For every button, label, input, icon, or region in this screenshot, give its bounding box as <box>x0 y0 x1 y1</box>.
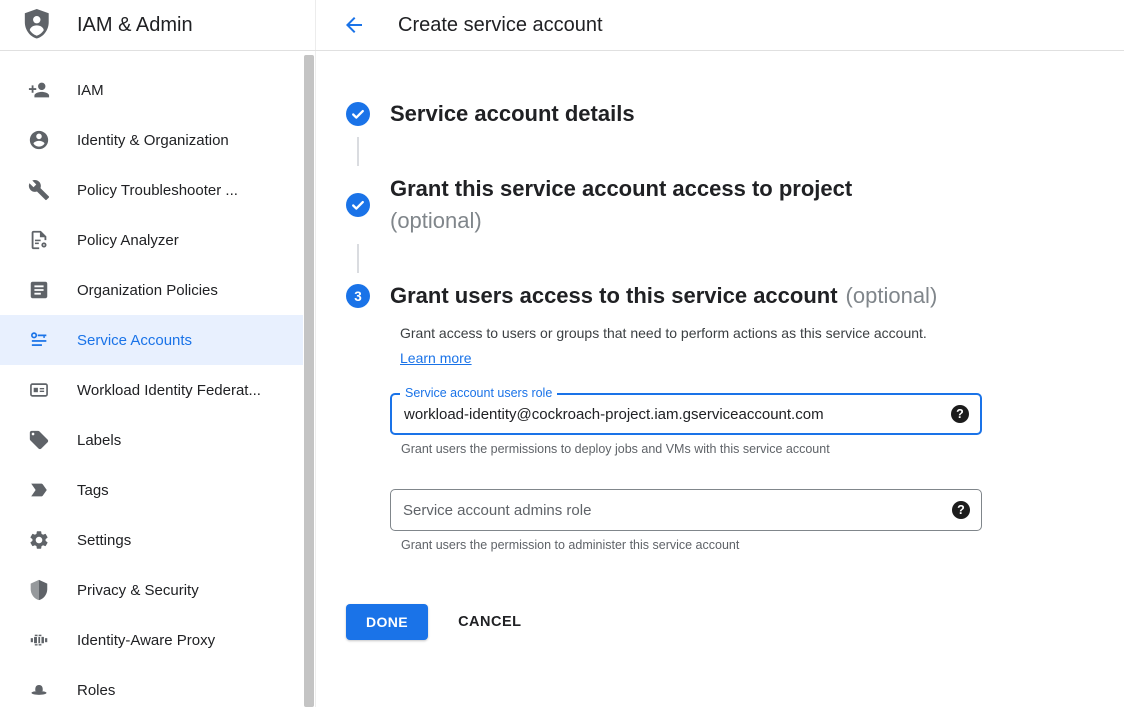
gear-icon <box>28 529 50 551</box>
sidebar-item-organization-policies[interactable]: Organization Policies <box>0 265 303 315</box>
sidebar-item-label: Identity & Organization <box>77 132 229 149</box>
step-1-service-account-details: Service account details <box>346 98 1124 130</box>
step-2-title-text: Grant this service account access to pro… <box>390 176 852 201</box>
proxy-icon <box>28 629 50 651</box>
sidebar-scrollbar <box>303 51 316 707</box>
service-account-icon <box>28 329 50 351</box>
sidebar-item-label: IAM <box>77 82 104 99</box>
sidebar-item-identity-aware-proxy[interactable]: Identity-Aware Proxy <box>0 615 303 665</box>
learn-more-link[interactable]: Learn more <box>400 350 472 366</box>
sidebar-item-label: Organization Policies <box>77 282 218 299</box>
admins-role-input[interactable] <box>391 502 952 519</box>
step-2-check-icon <box>346 193 370 217</box>
policy-analyzer-icon <box>28 229 50 251</box>
article-icon <box>28 279 50 301</box>
step-3-optional-label: (optional) <box>846 283 938 308</box>
person-add-icon <box>28 79 50 101</box>
step-3-title-text: Grant users access to this service accou… <box>390 283 838 308</box>
step-2-optional-label: (optional) <box>390 205 852 237</box>
create-service-account-panel: Service account details Grant this servi… <box>316 51 1124 707</box>
users-role-input[interactable] <box>392 406 951 423</box>
wrench-icon <box>28 179 50 201</box>
sidebar-item-policy-analyzer[interactable]: Policy Analyzer <box>0 215 303 265</box>
step-connector <box>357 137 359 166</box>
back-arrow-icon[interactable] <box>342 13 366 37</box>
sidebar-item-policy-troubleshooter[interactable]: Policy Troubleshooter ... <box>0 165 303 215</box>
iam-admin-shield-logo-icon <box>22 9 52 41</box>
service-account-admins-role-field: ? <box>390 489 982 531</box>
done-button[interactable]: DONE <box>346 604 428 640</box>
step-1-check-icon <box>346 102 370 126</box>
service-account-users-role-field: Service account users role ? <box>390 393 982 435</box>
sidebar-item-label: Privacy & Security <box>77 582 199 599</box>
sidebar-item-tags[interactable]: Tags <box>0 465 303 515</box>
sidebar-item-label: Tags <box>77 482 109 499</box>
sidebar-item-label: Settings <box>77 532 131 549</box>
sidebar-item-service-accounts[interactable]: Service Accounts <box>0 315 303 365</box>
card-icon <box>28 379 50 401</box>
sidebar-item-label: Service Accounts <box>77 332 192 349</box>
sidebar-item-label: Policy Troubleshooter ... <box>77 182 238 199</box>
sidebar-scrollbar-thumb[interactable] <box>304 55 314 707</box>
label-important-icon <box>28 479 50 501</box>
sidebar-item-label: Roles <box>77 682 115 699</box>
sidebar-header: IAM & Admin <box>0 0 316 50</box>
sidebar-item-roles[interactable]: Roles <box>0 665 303 707</box>
shield-icon <box>28 579 50 601</box>
step-connector <box>357 244 359 273</box>
sidebar-item-label: Identity-Aware Proxy <box>77 632 215 649</box>
step-3-title: Grant users access to this service accou… <box>390 280 937 312</box>
sidebar-item-label: Labels <box>77 432 121 449</box>
tag-icon <box>28 429 50 451</box>
sidebar-item-iam[interactable]: IAM <box>0 65 303 115</box>
section-title: IAM & Admin <box>77 14 193 37</box>
sidebar-item-settings[interactable]: Settings <box>0 515 303 565</box>
roles-hat-icon <box>28 679 50 701</box>
help-icon[interactable]: ? <box>951 405 969 423</box>
sidebar-item-identity-organization[interactable]: Identity & Organization <box>0 115 303 165</box>
step-3-number-badge: 3 <box>346 284 370 308</box>
step-3-description: Grant access to users or groups that nee… <box>390 321 935 371</box>
users-role-helper-text: Grant users the permissions to deploy jo… <box>390 442 1124 456</box>
step-3-grant-users-access: 3 Grant users access to this service acc… <box>346 280 1124 312</box>
page-title: Create service account <box>398 14 603 37</box>
app-header: IAM & Admin Create service account <box>0 0 1124 51</box>
users-role-floating-label: Service account users role <box>400 386 557 400</box>
sidebar-item-privacy-security[interactable]: Privacy & Security <box>0 565 303 615</box>
form-actions: DONE CANCEL <box>346 604 1124 640</box>
sidebar-item-labels[interactable]: Labels <box>0 415 303 465</box>
sidebar-nav: IAM Identity & Organization Policy Troub… <box>0 51 303 707</box>
account-circle-icon <box>28 129 50 151</box>
step-1-title: Service account details <box>390 98 635 130</box>
cancel-button[interactable]: CANCEL <box>458 614 521 630</box>
sidebar-item-label: Policy Analyzer <box>77 232 179 249</box>
sidebar-item-workload-identity-federation[interactable]: Workload Identity Federat... <box>0 365 303 415</box>
step-2-grant-access-to-project: Grant this service account access to pro… <box>346 173 1124 237</box>
step-3-body: Grant access to users or groups that nee… <box>390 321 1124 640</box>
admins-role-helper-text: Grant users the permission to administer… <box>390 538 1124 552</box>
page-header: Create service account <box>316 0 1124 50</box>
sidebar-item-label: Workload Identity Federat... <box>77 382 261 399</box>
step-2-title: Grant this service account access to pro… <box>390 173 852 237</box>
help-icon[interactable]: ? <box>952 501 970 519</box>
